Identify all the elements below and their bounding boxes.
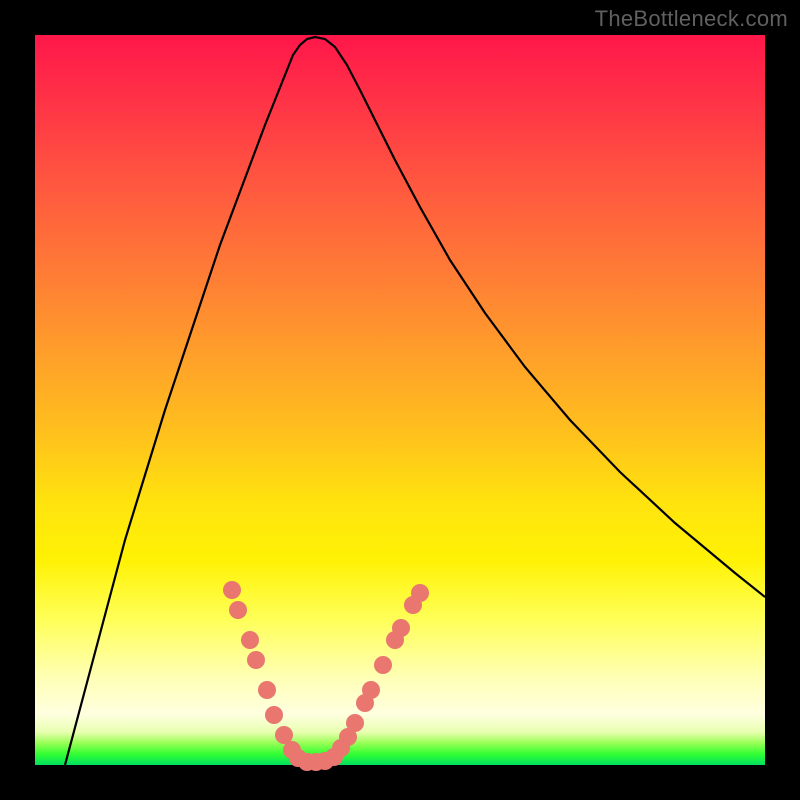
data-dot <box>265 706 283 724</box>
data-dot <box>223 581 241 599</box>
data-dot <box>229 601 247 619</box>
data-dots <box>223 581 429 771</box>
curve-svg <box>35 35 765 765</box>
data-dot <box>392 619 410 637</box>
watermark-text: TheBottleneck.com <box>595 6 788 32</box>
data-dot <box>374 656 392 674</box>
data-dot <box>241 631 259 649</box>
data-dot <box>411 584 429 602</box>
data-dot <box>247 651 265 669</box>
chart-frame: TheBottleneck.com <box>0 0 800 800</box>
plot-area <box>35 35 765 765</box>
data-dot <box>346 714 364 732</box>
data-dot <box>258 681 276 699</box>
data-dot <box>362 681 380 699</box>
bottleneck-curve <box>65 37 765 765</box>
